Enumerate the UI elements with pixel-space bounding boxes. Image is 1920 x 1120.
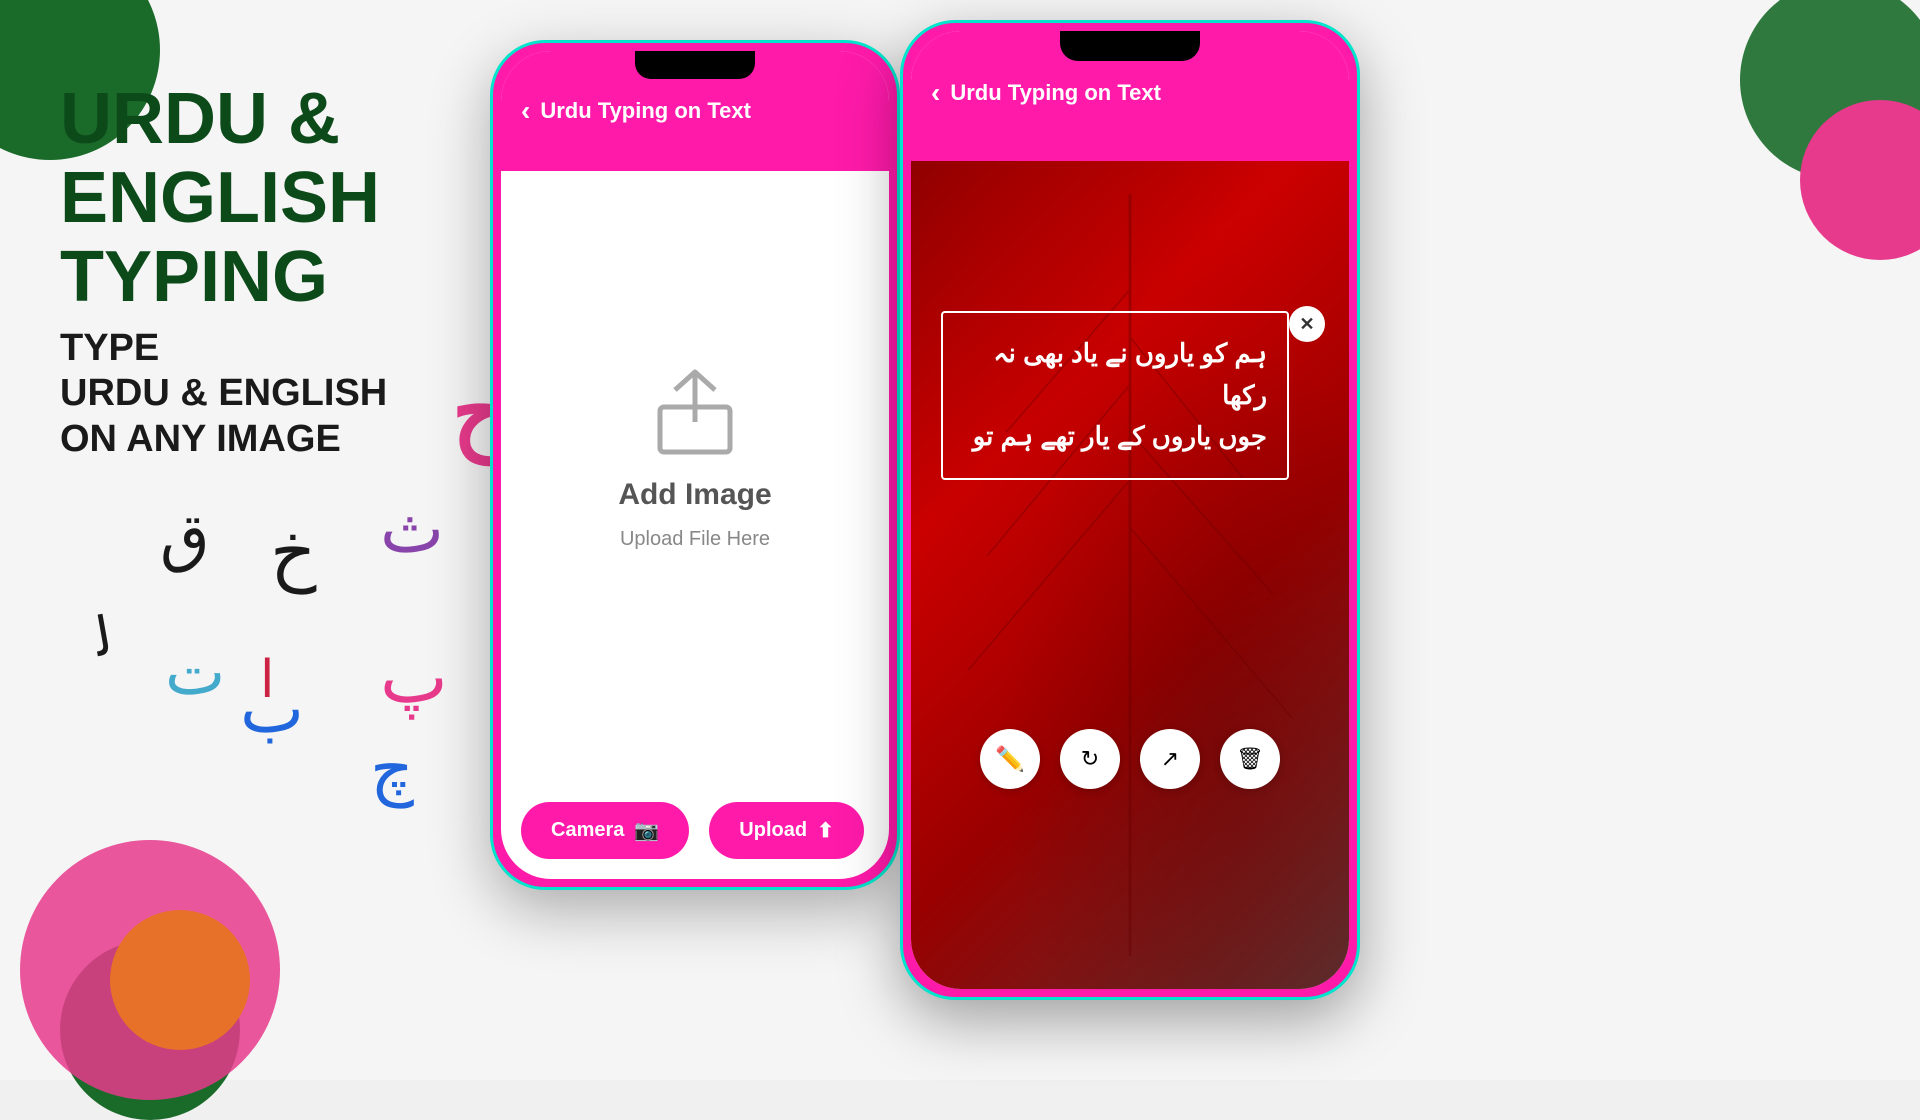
add-image-text: Add Image: [618, 478, 771, 512]
urdu-poetry-text: ہم کو یاروں نے یاد بھی نہ رکھا جوں یاروں…: [963, 333, 1267, 458]
upload-file-text: Upload File Here: [620, 528, 770, 551]
phone-1-inner: ‹ Urdu Typing on Text Add Image Upload F…: [501, 51, 889, 879]
tool-buttons: ✏️ ↻ ↗ 🗑: [980, 729, 1280, 789]
urdu-letter-qaf: ق: [160, 500, 210, 575]
notch-1: [635, 51, 755, 79]
phone-1-back-arrow[interactable]: ‹: [521, 95, 530, 127]
sub-title: TYPE URDU & ENGLISH ON ANY IMAGE: [60, 326, 500, 463]
main-title: URDU & ENGLISH TYPING: [60, 80, 500, 318]
camera-button[interactable]: Camera 📷: [521, 802, 689, 859]
leaf-texture-svg: [911, 161, 1349, 989]
phone-2-back-arrow[interactable]: ‹: [931, 77, 940, 109]
urdu-letter-pe: پ: [380, 635, 448, 719]
urdu-letter-se: ث: [380, 490, 444, 569]
urdu-letters-area: ق خ ث ب پ ت ا چ ﻟ: [60, 480, 500, 880]
urdu-letter-alif: ا: [260, 650, 274, 710]
phone-2-inner: ‹ Urdu Typing on Text: [911, 31, 1349, 989]
resize-tool-button[interactable]: ↗: [1140, 729, 1200, 789]
upload-svg-icon: [645, 362, 745, 462]
urdu-letter-hook: ﻟ: [90, 604, 117, 669]
upload-icon-area: Add Image Upload File Here: [618, 362, 771, 551]
rotate-tool-button[interactable]: ↻: [1060, 729, 1120, 789]
rotate-icon: ↻: [1081, 746, 1099, 772]
delete-tool-button[interactable]: 🗑: [1220, 729, 1280, 789]
text-overlay-box[interactable]: ہم کو یاروں نے یاد بھی نہ رکھا جوں یاروں…: [941, 311, 1289, 480]
phone-1-header: ‹ Urdu Typing on Text: [501, 51, 889, 171]
phone-2-header: ‹ Urdu Typing on Text: [911, 31, 1349, 161]
deco-circle-orange-bottom-left: [110, 910, 250, 1050]
upload-button-label: Upload: [739, 819, 807, 842]
phone-1-header-row: ‹ Urdu Typing on Text: [521, 87, 869, 135]
left-section: URDU & ENGLISH TYPING TYPE URDU & ENGLIS…: [60, 80, 500, 462]
camera-icon: 📷: [634, 818, 659, 843]
phone-2-header-row: ‹ Urdu Typing on Text: [931, 69, 1329, 117]
upload-button[interactable]: Upload ⬆: [709, 802, 864, 859]
phone-2-title: Urdu Typing on Text: [950, 80, 1161, 106]
resize-icon: ↗: [1161, 746, 1179, 772]
phone-1-buttons: Camera 📷 Upload ⬆: [501, 782, 889, 879]
phone-2: ‹ Urdu Typing on Text: [900, 20, 1360, 1000]
camera-button-label: Camera: [551, 819, 624, 842]
pencil-icon: ✏️: [995, 745, 1025, 774]
pencil-tool-button[interactable]: ✏️: [980, 729, 1040, 789]
urdu-letter-te: ت: [165, 635, 225, 710]
delete-icon: 🗑: [1236, 746, 1264, 772]
phone-1-title: Urdu Typing on Text: [540, 98, 751, 124]
urdu-letter-che: چ: [370, 730, 414, 809]
phone-2-content: ہم کو یاروں نے یاد بھی نہ رکھا جوں یاروں…: [911, 161, 1349, 989]
leaf-background: [911, 161, 1349, 989]
close-button[interactable]: ✕: [1289, 306, 1325, 342]
upload-arrow-icon: ⬆: [817, 818, 834, 843]
phones-container: ‹ Urdu Typing on Text Add Image Upload F…: [460, 20, 1860, 1080]
notch-2: [1060, 31, 1200, 61]
urdu-letter-kha: خ: [270, 510, 316, 594]
phone-1: ‹ Urdu Typing on Text Add Image Upload F…: [490, 40, 900, 890]
phone-1-content: Add Image Upload File Here: [501, 171, 889, 782]
